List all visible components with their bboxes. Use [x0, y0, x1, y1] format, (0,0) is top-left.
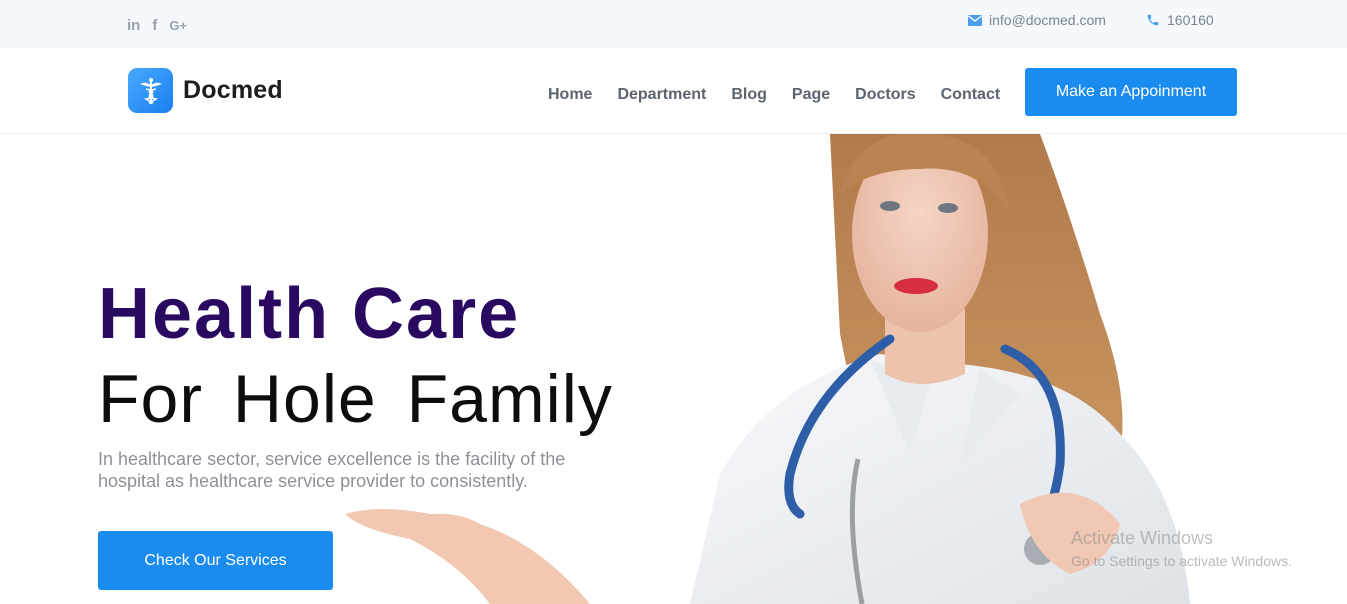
hero-title-line-1: Health Care	[98, 274, 521, 354]
main-header: Docmed Home Department Blog Page Doctors…	[0, 48, 1347, 134]
activate-windows-subtitle: Go to Settings to activate Windows.	[1071, 553, 1292, 569]
caduceus-icon	[128, 68, 173, 113]
linkedin-icon[interactable]: in	[127, 17, 140, 35]
nav-home[interactable]: Home	[548, 86, 592, 104]
hero-title-line-2: For Hole Family	[98, 361, 613, 437]
hero-description: In healthcare sector, service excellence…	[98, 449, 566, 491]
nav-doctors[interactable]: Doctors	[855, 86, 915, 104]
make-appointment-button[interactable]: Make an Appoinment	[1025, 68, 1237, 116]
google-plus-icon[interactable]: G+	[169, 17, 187, 35]
phone-icon	[1146, 13, 1160, 27]
top-bar: in f G+ info@docmed.com 160160	[0, 0, 1347, 48]
nav-contact[interactable]: Contact	[941, 86, 1001, 104]
brand-name: Docmed	[183, 76, 283, 104]
social-links: in f G+	[127, 17, 187, 35]
nav-department[interactable]: Department	[617, 86, 706, 104]
main-nav: Home Department Blog Page Doctors Contac…	[548, 86, 1000, 104]
activate-windows-title: Activate Windows	[1071, 528, 1214, 548]
doctor-photo	[690, 134, 1190, 604]
check-services-button[interactable]: Check Our Services	[98, 531, 333, 590]
contact-phone[interactable]: 160160	[1146, 12, 1214, 28]
nav-page[interactable]: Page	[792, 86, 830, 104]
email-text: info@docmed.com	[989, 12, 1106, 28]
contact-email[interactable]: info@docmed.com	[968, 12, 1106, 28]
phone-text: 160160	[1167, 12, 1214, 28]
brand-logo[interactable]: Docmed	[128, 68, 283, 113]
envelope-icon	[968, 14, 982, 26]
facebook-icon[interactable]: f	[152, 17, 157, 35]
nav-blog[interactable]: Blog	[731, 86, 767, 104]
open-hand-graphic	[345, 509, 590, 604]
